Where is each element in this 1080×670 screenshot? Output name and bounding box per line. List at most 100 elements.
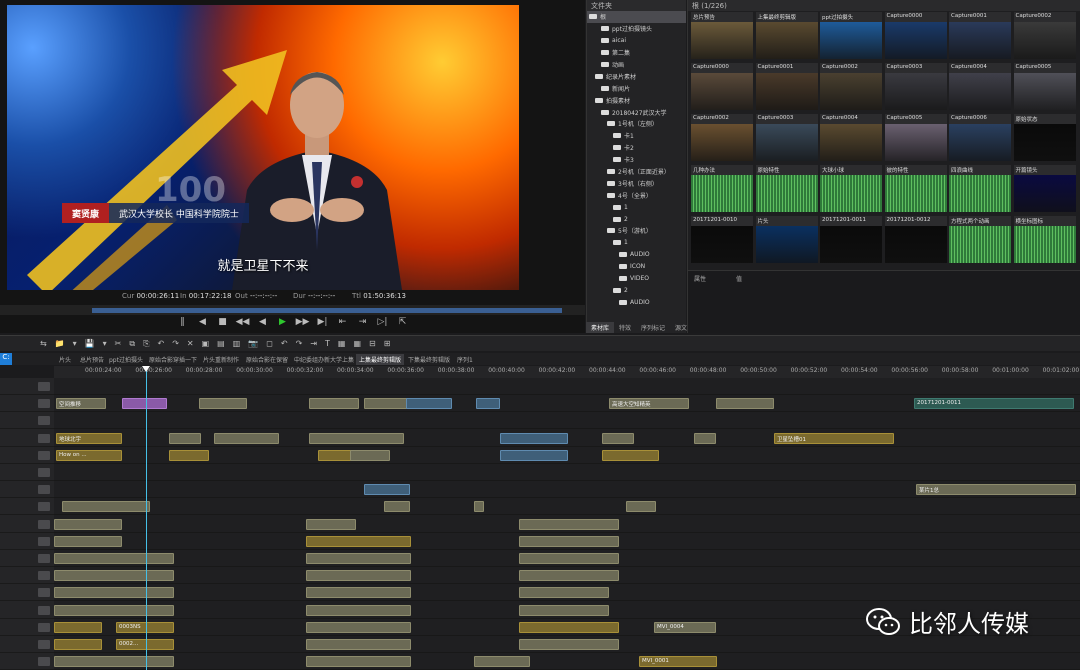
timeline-clip[interactable]: 20171201-0011 [914, 398, 1074, 410]
timeline-clip[interactable] [306, 604, 411, 616]
transport-button-10[interactable]: ▷| [376, 317, 390, 333]
timeline-clip[interactable]: MVI_0001 [639, 656, 717, 668]
timeline-clip[interactable] [519, 535, 619, 547]
timeline-tool-14[interactable]: 📷 [248, 339, 258, 348]
bin-thumbnail[interactable]: 原始状态 [1013, 114, 1076, 162]
track-header[interactable] [0, 378, 54, 395]
track-header[interactable] [0, 447, 54, 464]
timeline-tool-7[interactable]: ⎘ [143, 339, 149, 349]
bin-thumbnail[interactable]: Capture0003 [884, 63, 947, 111]
transport-button-11[interactable]: ⇱ [396, 317, 410, 333]
track-header[interactable] [0, 550, 54, 567]
transport-button-3[interactable]: ◀◀ [236, 317, 250, 333]
timeline-tool-6[interactable]: ⧉ [129, 339, 135, 349]
transport-button-7[interactable]: ▶| [316, 317, 330, 333]
timeline-clip[interactable] [54, 553, 174, 564]
timeline-clip[interactable] [214, 432, 279, 444]
timeline-clip[interactable] [309, 432, 404, 444]
bin-thumbnail[interactable]: 横坐标图标 [1013, 216, 1076, 264]
folder-item[interactable]: 1号机（左侧） [587, 118, 686, 130]
timeline-tool-18[interactable]: ⇥ [310, 339, 317, 348]
bin-thumbnail[interactable]: 原始特性 [755, 165, 818, 213]
sequence-tab[interactable]: 片头重新制作 [200, 354, 242, 365]
timeline-clip[interactable] [306, 656, 411, 668]
timeline-clip[interactable] [54, 570, 174, 582]
track-toggle-button[interactable] [38, 657, 50, 667]
timeline-clip[interactable] [54, 518, 122, 530]
track-toggle-button[interactable] [38, 605, 50, 615]
folder-item[interactable]: 3号机（右侧） [587, 177, 686, 189]
bin-thumbnail[interactable]: 片头 [755, 216, 818, 264]
bin-thumbnail[interactable]: Capture0000 [691, 63, 753, 111]
track-header[interactable] [0, 533, 54, 550]
track-lane[interactable] [54, 464, 1080, 481]
track-toggle-button[interactable] [38, 536, 50, 546]
scrubber-range[interactable] [92, 308, 562, 313]
transport-button-6[interactable]: ▶▶ [296, 317, 310, 333]
folder-item[interactable]: 2 [587, 284, 686, 296]
timeline-clip[interactable] [519, 639, 619, 650]
timeline-clip[interactable]: MVI_0004 [654, 621, 716, 633]
video-frame[interactable]: 100 窦贤康 武汉大学校长 中国科学院院士 就是卫星下不来 [7, 5, 519, 290]
bin-thumbnail[interactable]: Capture0005 [884, 114, 947, 162]
timeline-tool-9[interactable]: ↷ [172, 339, 179, 348]
timeline-ruler[interactable]: 00:00:24:00 00:00:26:00 00:00:28:00 00:00:3… [54, 366, 1080, 378]
playhead-handle[interactable] [142, 366, 150, 372]
timeline-tool-16[interactable]: ↶ [281, 339, 288, 348]
track-header[interactable] [0, 653, 54, 670]
timeline-clip[interactable] [716, 398, 774, 410]
bin-thumbnail[interactable]: 方程式两个动画 [949, 216, 1011, 264]
folder-item[interactable]: 拍摄素材 [587, 94, 686, 106]
sequence-tab[interactable]: 原始合影穿插一下 [146, 354, 200, 365]
bin-thumbnail[interactable]: 20171201-0012 [884, 216, 947, 264]
timeline-clip[interactable] [306, 518, 356, 530]
timeline-clip[interactable]: How on ... [56, 449, 122, 461]
track-toggle-button[interactable] [38, 485, 50, 495]
bin-thumbnail[interactable]: Capture0004 [820, 114, 882, 162]
timeline-clip[interactable] [309, 398, 359, 410]
track-header[interactable] [0, 395, 54, 413]
library-tab[interactable]: 特效 [614, 322, 636, 333]
bin-thumbnail[interactable]: Capture0001 [755, 63, 818, 111]
timeline-clip[interactable] [476, 398, 500, 410]
bin-thumbnail[interactable]: Capture0002 [820, 63, 882, 111]
folder-item[interactable]: 20180427武汉大学 [587, 106, 686, 118]
track-toggle-button[interactable] [38, 622, 50, 632]
timeline-tool-2[interactable]: ▾ [73, 339, 77, 348]
bin-thumbnail[interactable]: Capture0004 [949, 63, 1011, 111]
transport-button-5[interactable]: ▶ [276, 317, 290, 333]
transport-button-8[interactable]: ⇤ [336, 317, 350, 333]
track-toggle-button[interactable] [38, 502, 50, 512]
timeline-clip[interactable] [306, 587, 411, 599]
timeline-clip[interactable] [602, 432, 634, 444]
track-toggle-button[interactable] [38, 588, 50, 598]
timeline-clip[interactable] [500, 449, 568, 461]
timeline-tool-17[interactable]: ↷ [296, 339, 303, 348]
folder-item[interactable]: 2号机（正面近景） [587, 166, 686, 178]
bin-thumbnail[interactable]: 总片预告 [691, 12, 753, 60]
timeline-clip[interactable] [54, 587, 174, 599]
timeline-clip[interactable]: 某片1总 [916, 484, 1076, 496]
folder-item[interactable]: 1 [587, 201, 686, 213]
timeline-clip[interactable] [602, 449, 659, 461]
transport-button-4[interactable]: ◀ [256, 317, 270, 333]
timeline-clip[interactable] [62, 501, 150, 513]
track-toggle-button[interactable] [38, 416, 50, 426]
timeline-clip[interactable] [519, 587, 609, 599]
folder-item[interactable]: 根 [587, 11, 686, 23]
bin-thumbnail[interactable]: Capture0001 [949, 12, 1011, 60]
timeline-clip[interactable] [406, 398, 452, 410]
timeline-tool-13[interactable]: ▥ [233, 339, 241, 348]
sequence-tab[interactable]: 中纪委组办新大学上集 [291, 354, 357, 365]
track-header[interactable] [0, 602, 54, 619]
timeline-clip[interactable] [54, 639, 102, 650]
timeline-clip[interactable] [306, 553, 411, 564]
playhead[interactable] [146, 366, 147, 670]
track-lane[interactable] [54, 378, 1080, 395]
track-lane[interactable] [54, 653, 1080, 670]
timeline-tool-23[interactable]: ⊞ [384, 339, 391, 348]
preview-scrubber[interactable] [0, 305, 585, 315]
bin-thumbnail[interactable]: 彼的特性 [884, 165, 947, 213]
timeline-clip[interactable] [54, 621, 102, 633]
sequence-tab[interactable]: 总片预告 [77, 354, 107, 365]
